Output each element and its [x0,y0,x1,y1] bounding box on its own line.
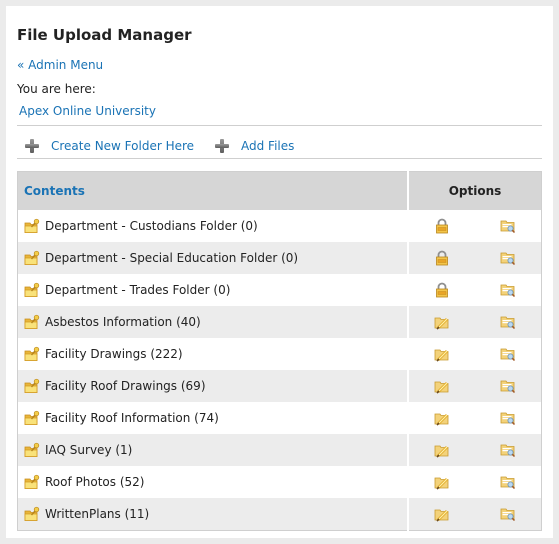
edit-folder-icon[interactable] [434,442,450,458]
folder-name: Asbestos Information (40) [45,315,201,329]
browse-folder-icon[interactable] [500,314,516,330]
plus-icon [215,139,229,153]
table-row: Department - Trades Folder (0) [17,274,542,306]
folder-link[interactable]: Department - Trades Folder (0) [24,282,407,298]
table-row: Facility Roof Drawings (69) [17,370,542,402]
folder-key-icon [24,442,40,457]
browse-folder-icon[interactable] [500,378,516,394]
admin-menu-link[interactable]: « Admin Menu [17,58,103,72]
lock-icon[interactable] [434,250,450,266]
toolbar: Create New Folder Here Add Files [17,132,542,164]
folder-link[interactable]: IAQ Survey (1) [24,442,407,458]
browse-folder-icon[interactable] [500,250,516,266]
folder-key-icon [24,250,40,265]
lock-icon[interactable] [434,282,450,298]
folder-link[interactable]: WrittenPlans (11) [24,506,407,522]
folder-link[interactable]: Department - Special Education Folder (0… [24,250,407,266]
edit-folder-icon[interactable] [434,314,450,330]
folder-link[interactable]: Facility Roof Information (74) [24,410,407,426]
folder-key-icon [24,378,40,393]
edit-folder-icon[interactable] [434,410,450,426]
table-row: Facility Drawings (222) [17,338,542,370]
location-label: You are here: [17,82,96,96]
folder-key-icon [24,314,40,329]
add-files-label: Add Files [241,139,295,153]
browse-folder-icon[interactable] [500,474,516,490]
edit-folder-icon[interactable] [434,378,450,394]
browse-folder-icon[interactable] [500,410,516,426]
browse-folder-icon[interactable] [500,442,516,458]
folder-name: Roof Photos (52) [45,475,145,489]
browse-folder-icon[interactable] [500,282,516,298]
table-row: IAQ Survey (1) [17,434,542,466]
folder-link[interactable]: Facility Roof Drawings (69) [24,378,407,394]
column-header-contents[interactable]: Contents [17,171,408,210]
edit-folder-icon[interactable] [434,346,450,362]
folder-key-icon [24,506,40,521]
page-title: File Upload Manager [17,26,192,44]
table-row: WrittenPlans (11) [17,498,542,531]
folder-key-icon [24,282,40,297]
folder-name: Facility Roof Drawings (69) [45,379,206,393]
breadcrumb-root[interactable]: Apex Online University [19,104,156,118]
table-row: Facility Roof Information (74) [17,402,542,434]
folder-key-icon [24,474,40,489]
edit-folder-icon[interactable] [434,506,450,522]
folder-name: WrittenPlans (11) [45,507,150,521]
folder-key-icon [24,410,40,425]
add-files-button[interactable]: Add Files [215,139,294,153]
folder-key-icon [24,218,40,233]
create-folder-label: Create New Folder Here [51,139,195,153]
folder-key-icon [24,346,40,361]
folder-link[interactable]: Asbestos Information (40) [24,314,407,330]
folder-name: Facility Drawings (222) [45,347,183,361]
table-row: Roof Photos (52) [17,466,542,498]
folder-link[interactable]: Roof Photos (52) [24,474,407,490]
folder-name: Department - Trades Folder (0) [45,283,231,297]
folder-link[interactable]: Facility Drawings (222) [24,346,407,362]
lock-icon[interactable] [434,218,450,234]
column-header-options: Options [407,171,542,210]
edit-folder-icon[interactable] [434,474,450,490]
browse-folder-icon[interactable] [500,346,516,362]
browse-folder-icon[interactable] [500,218,516,234]
create-folder-button[interactable]: Create New Folder Here [25,139,194,153]
table-row: Asbestos Information (40) [17,306,542,338]
folder-name: Department - Special Education Folder (0… [45,251,299,265]
divider [17,158,542,159]
plus-icon [25,139,39,153]
folder-name: Facility Roof Information (74) [45,411,219,425]
browse-folder-icon[interactable] [500,506,516,522]
folder-name: Department - Custodians Folder (0) [45,219,258,233]
folder-link[interactable]: Department - Custodians Folder (0) [24,218,407,234]
divider [17,125,542,126]
folder-name: IAQ Survey (1) [45,443,133,457]
table-row: Department - Custodians Folder (0) [17,210,542,242]
file-manager-panel: File Upload Manager « Admin Menu You are… [6,6,553,538]
table-row: Department - Special Education Folder (0… [17,242,542,274]
contents-table: Contents Options Department - Custodians… [17,171,542,531]
